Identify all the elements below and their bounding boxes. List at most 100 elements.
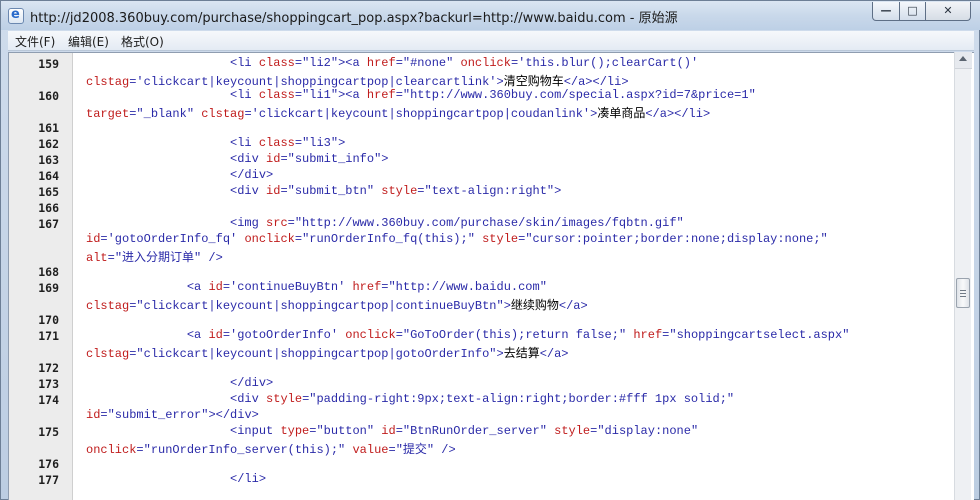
scroll-up-button[interactable] — [955, 52, 972, 69]
line-number: 177 — [38, 473, 59, 487]
code-token: "_blank" — [136, 107, 195, 121]
code-token: /> — [434, 443, 456, 457]
line-number: 167 — [38, 217, 59, 231]
menu-edit[interactable]: 编辑(E) — [68, 33, 109, 50]
line-number: 161 — [38, 121, 59, 135]
ie-icon: e — [8, 8, 24, 24]
code-token: = — [294, 136, 303, 150]
code-token: 清空购物车 — [503, 75, 564, 89]
code-token: 继续购物 — [510, 299, 559, 313]
code-line: clstag='clickcart|keycount|shoppingcartp… — [86, 72, 629, 89]
code-token: src — [266, 216, 288, 230]
code-line: <li class="li1"><a href="http://www.360b… — [86, 88, 756, 102]
code-line: clstag="clickcart|keycount|shoppingcartp… — [86, 296, 588, 313]
code-token: "http://www.360buy.com/special.aspx?id=7… — [402, 88, 756, 102]
code-token: = — [294, 88, 303, 102]
code-token: = — [294, 56, 303, 70]
code-line: <div id="submit_btn" style="text-align:r… — [86, 184, 561, 198]
code-token: clstag — [86, 299, 130, 313]
scroll-thumb[interactable] — [956, 278, 970, 308]
code-token: "button" — [316, 424, 375, 438]
code-token: <a — [186, 328, 209, 342]
code-line: target="_blank" clstag='clickcart|keycou… — [86, 104, 710, 121]
code-token: 'continueBuyBtn' — [230, 280, 346, 294]
code-token: style — [381, 184, 418, 198]
code-token: "http://www.360buy.com/purchase/skin/ima… — [294, 216, 684, 230]
code-line: </li> — [86, 472, 266, 486]
line-number: 172 — [38, 361, 59, 375]
title-bar[interactable]: e http://jd2008.360buy.com/purchase/shop… — [1, 1, 980, 30]
code-token: "submit_error" — [107, 408, 209, 422]
code-token: href — [633, 328, 663, 342]
maximize-button[interactable]: □ — [899, 2, 926, 21]
line-number: 175 — [38, 425, 59, 439]
code-token: ><a — [338, 88, 367, 102]
code-token: </div> — [230, 168, 274, 182]
code-token: = — [395, 424, 403, 438]
code-token: "display:none" — [597, 424, 699, 438]
line-number: 162 — [38, 137, 59, 151]
code-token: "GoToOrder(this);return false;" — [402, 328, 627, 342]
code-token: 去结算 — [503, 347, 540, 361]
code-token: "clickcart|keycount|shoppingcartpop|goto… — [136, 347, 497, 361]
source-code[interactable]: 159 <li class="li2"><a href="#none" oncl… — [9, 53, 955, 500]
code-token: = — [244, 107, 252, 121]
code-token: "#none" — [402, 56, 454, 70]
code-line: </div> — [86, 376, 273, 390]
code-token: <div — [230, 152, 267, 166]
code-token: = — [280, 152, 288, 166]
thumb-grip-line — [960, 296, 966, 297]
code-token: 'gotoOrderInfo' — [230, 328, 339, 342]
line-number: 176 — [38, 457, 59, 471]
code-token: </div> — [230, 376, 274, 390]
code-token: = — [107, 251, 115, 265]
code-line: onclick="runOrderInfo_server(this);" val… — [86, 440, 456, 457]
menu-file[interactable]: 文件(F) — [15, 33, 55, 50]
code-token: onclick — [460, 56, 511, 70]
code-token: onclick — [345, 328, 396, 342]
code-line: <input type="button" id="BtnRunOrder_ser… — [86, 424, 698, 438]
close-button[interactable]: ✕ — [925, 2, 971, 21]
code-line: clstag="clickcart|keycount|shoppingcartp… — [86, 344, 569, 361]
menu-format[interactable]: 格式(O) — [121, 33, 164, 50]
scroll-up-arrow-icon — [959, 56, 967, 61]
code-token: "提交" — [395, 443, 435, 457]
code-token: clstag — [86, 75, 130, 89]
code-line: <a id='continueBuyBtn' href="http://www.… — [86, 280, 547, 294]
code-token: "runOrderInfo_fq(this);" — [302, 232, 475, 246]
code-token: = — [294, 232, 303, 246]
code-token: class — [258, 88, 295, 102]
code-token: target — [86, 107, 130, 121]
code-token: 'clickcart|keycount|shoppingcartpop|clea… — [136, 75, 497, 89]
line-number: 173 — [38, 377, 59, 391]
code-token: id — [208, 280, 223, 294]
code-token: "cursor:pointer;border:none;display:none… — [525, 232, 828, 246]
close-icon: ✕ — [943, 4, 953, 17]
code-token: "进入分期订单" — [114, 251, 202, 265]
line-number: 160 — [38, 89, 59, 103]
source-editor[interactable]: 159 <li class="li2"><a href="#none" oncl… — [8, 52, 974, 500]
code-line: alt="进入分期订单" /> — [86, 248, 223, 265]
code-token: style — [482, 232, 519, 246]
code-token: id — [381, 424, 396, 438]
code-token: "http://www.baidu.com" — [388, 280, 547, 294]
code-token: = — [287, 216, 295, 230]
line-number: 171 — [38, 329, 59, 343]
code-token: "text-align:right" — [424, 184, 555, 198]
code-token: <li — [230, 56, 259, 70]
minimize-button[interactable]: — — [872, 2, 900, 21]
vertical-scrollbar[interactable] — [954, 52, 972, 500]
code-token: ><a — [338, 56, 367, 70]
code-token: ></div> — [208, 408, 259, 422]
window-title: http://jd2008.360buy.com/purchase/shoppi… — [30, 11, 678, 26]
code-token: = — [417, 184, 425, 198]
thumb-grip-line — [960, 293, 966, 294]
line-number: 163 — [38, 153, 59, 167]
